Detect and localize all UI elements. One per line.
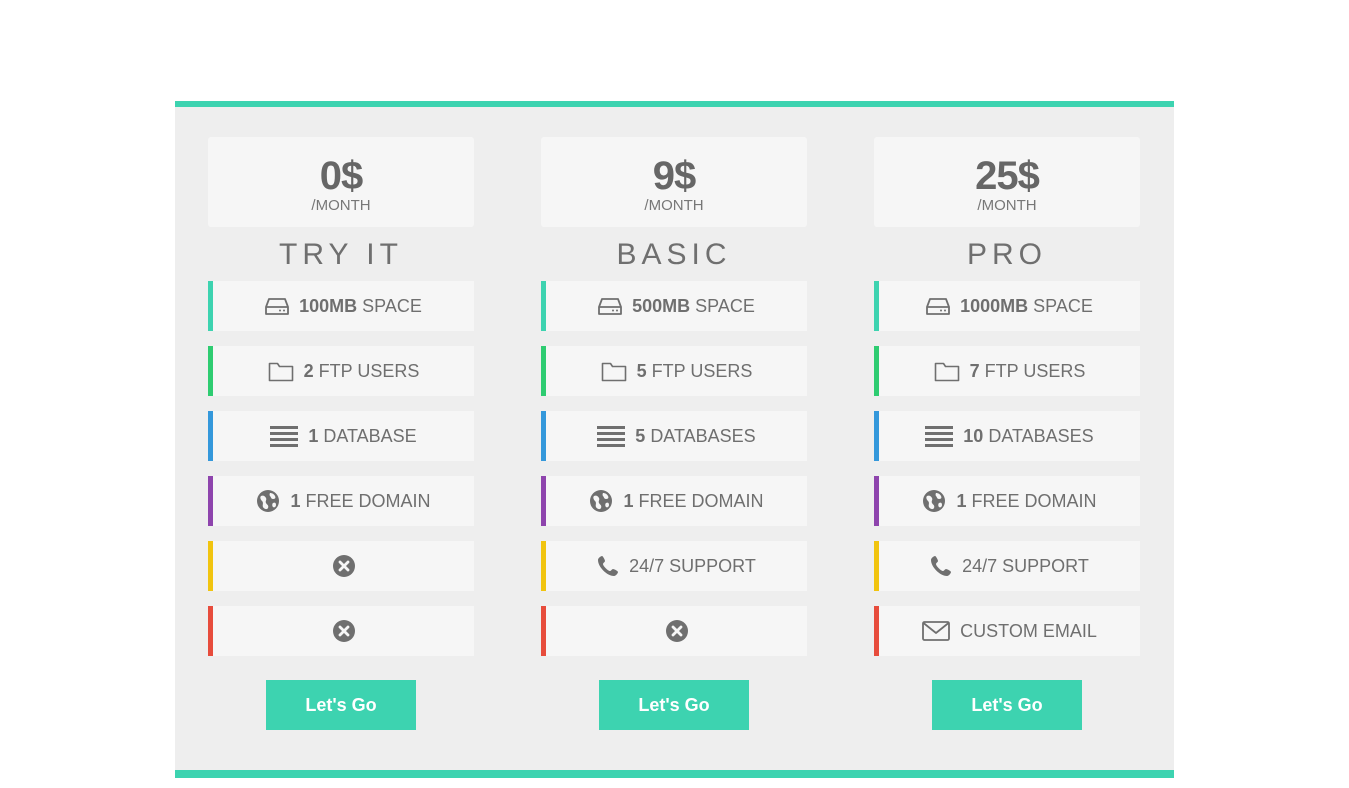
folder-icon <box>934 360 960 382</box>
envelope-icon <box>922 620 951 642</box>
feature-label: SPACE <box>695 295 755 316</box>
list-icon <box>925 425 954 447</box>
folder-icon <box>268 360 294 382</box>
feature-space: 500MB SPACE <box>541 281 807 331</box>
feature-support-unavailable <box>208 541 474 591</box>
feature-space: 100MB SPACE <box>208 281 474 331</box>
price-amount: 25$ <box>975 154 1040 198</box>
feature-value: 7 <box>969 360 980 381</box>
feature-value: 2 <box>303 360 314 381</box>
plan-name: TRY IT <box>279 238 403 271</box>
hard-drive-icon <box>598 296 623 316</box>
feature-space: 1000MB SPACE <box>874 281 1140 331</box>
feature-email: CUSTOM EMAIL <box>874 606 1140 656</box>
lets-go-button[interactable]: Let's Go <box>266 680 416 730</box>
close-circle-icon <box>332 619 356 643</box>
price-box: 25$ /MONTH <box>874 137 1140 227</box>
feature-label: FTP USERS <box>651 360 753 381</box>
feature-label: FTP USERS <box>984 360 1086 381</box>
close-circle-icon <box>665 619 689 643</box>
globe-icon <box>922 489 946 513</box>
feature-value: 100MB <box>299 295 358 316</box>
feature-database: 1 DATABASE <box>208 411 474 461</box>
feature-list: 100MB SPACE 2 FTP USERS 1 DATABASE 1 FRE… <box>208 281 474 656</box>
feature-support: 24/7 SUPPORT <box>541 541 807 591</box>
plan-pro: 25$ /MONTH PRO 1000MB SPACE 7 FTP USERS … <box>874 137 1140 730</box>
feature-label: FTP USERS <box>318 360 420 381</box>
price-amount: 9$ <box>652 154 696 198</box>
feature-list: 500MB SPACE 5 FTP USERS 5 DATABASES 1 FR… <box>541 281 807 656</box>
plan-try-it: 0$ /MONTH TRY IT 100MB SPACE 2 FTP USERS… <box>208 137 474 730</box>
feature-label: CUSTOM EMAIL <box>960 620 1097 641</box>
feature-value: 500MB <box>632 295 691 316</box>
feature-email-unavailable <box>541 606 807 656</box>
feature-label: FREE DOMAIN <box>638 490 764 511</box>
feature-email-unavailable <box>208 606 474 656</box>
folder-icon <box>601 360 627 382</box>
price-period: /MONTH <box>644 197 704 214</box>
price-amount: 0$ <box>319 154 363 198</box>
close-circle-icon <box>332 554 356 578</box>
feature-value: 1 <box>308 425 319 446</box>
feature-ftp: 7 FTP USERS <box>874 346 1140 396</box>
feature-list: 1000MB SPACE 7 FTP USERS 10 DATABASES 1 … <box>874 281 1140 656</box>
feature-value: 5 <box>635 425 646 446</box>
feature-label: DATABASES <box>650 425 756 446</box>
hard-drive-icon <box>265 296 290 316</box>
feature-label: FREE DOMAIN <box>305 490 431 511</box>
feature-value: 1 <box>290 490 301 511</box>
feature-value: 5 <box>636 360 647 381</box>
price-period: /MONTH <box>977 197 1037 214</box>
price-period: /MONTH <box>311 197 371 214</box>
feature-label: SPACE <box>362 295 422 316</box>
feature-label: DATABASES <box>988 425 1094 446</box>
feature-domain: 1 FREE DOMAIN <box>208 476 474 526</box>
price-box: 9$ /MONTH <box>541 137 807 227</box>
price-box: 0$ /MONTH <box>208 137 474 227</box>
plan-name: BASIC <box>616 238 732 271</box>
feature-database: 10 DATABASES <box>874 411 1140 461</box>
globe-icon <box>589 489 613 513</box>
list-icon <box>270 425 299 447</box>
feature-domain: 1 FREE DOMAIN <box>541 476 807 526</box>
cta-wrap: Let's Go <box>874 680 1140 730</box>
cta-wrap: Let's Go <box>208 680 474 730</box>
feature-label: FREE DOMAIN <box>971 490 1097 511</box>
feature-label: SPACE <box>1033 295 1093 316</box>
feature-domain: 1 FREE DOMAIN <box>874 476 1140 526</box>
feature-label: DATABASE <box>323 425 417 446</box>
feature-label: 24/7 SUPPORT <box>629 555 756 576</box>
feature-value: 1 <box>956 490 967 511</box>
feature-database: 5 DATABASES <box>541 411 807 461</box>
globe-icon <box>256 489 280 513</box>
feature-value: 1 <box>623 490 634 511</box>
feature-value: 1000MB <box>960 295 1029 316</box>
feature-ftp: 5 FTP USERS <box>541 346 807 396</box>
feature-value: 10 <box>963 425 984 446</box>
lets-go-button[interactable]: Let's Go <box>932 680 1082 730</box>
phone-icon <box>597 555 619 577</box>
feature-ftp: 2 FTP USERS <box>208 346 474 396</box>
list-icon <box>597 425 626 447</box>
plan-name: PRO <box>966 238 1047 271</box>
phone-icon <box>930 555 952 577</box>
feature-support: 24/7 SUPPORT <box>874 541 1140 591</box>
pricing-table: 0$ /MONTH TRY IT 100MB SPACE 2 FTP USERS… <box>175 101 1174 778</box>
plan-basic: 9$ /MONTH BASIC 500MB SPACE 5 FTP USERS … <box>541 137 807 730</box>
feature-label: 24/7 SUPPORT <box>962 555 1089 576</box>
cta-wrap: Let's Go <box>541 680 807 730</box>
lets-go-button[interactable]: Let's Go <box>599 680 749 730</box>
hard-drive-icon <box>926 296 951 316</box>
